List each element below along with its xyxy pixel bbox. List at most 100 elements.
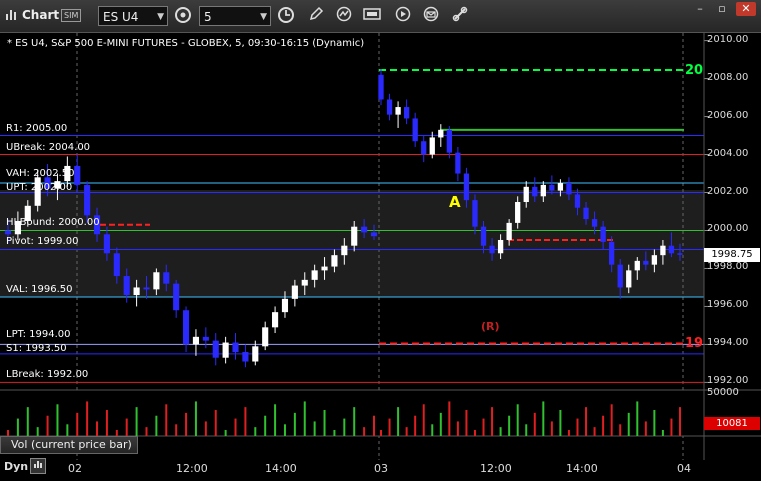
dyn-label: Dyn (4, 460, 29, 473)
instrument-settings-icon[interactable] (173, 6, 193, 26)
candle-body (532, 186, 538, 197)
candle-body (341, 245, 348, 256)
volume-bar (414, 415, 417, 436)
volume-indicator-label[interactable]: Vol (current price bar) (0, 436, 138, 454)
volume-panel-bg (0, 390, 761, 436)
volume-bar (473, 430, 476, 436)
volume-bar (619, 424, 622, 436)
candle-body (163, 272, 170, 284)
level-label: UBreak: 2004.00 (6, 141, 91, 153)
volume-bar (66, 424, 69, 436)
volume-bar (313, 421, 316, 436)
level-label: HI Bound: 2000.00 (6, 217, 100, 229)
candle-body (153, 272, 160, 290)
link-icon[interactable] (450, 6, 470, 26)
maximize-button[interactable]: ▫ (712, 2, 732, 16)
candle-body (143, 287, 150, 290)
level-label: UPT: 2002.00 (6, 181, 73, 193)
volume-bar (636, 401, 639, 436)
symbol-value: ES U4 (103, 10, 139, 24)
volume-bar (274, 404, 277, 436)
indicators-icon[interactable] (334, 6, 354, 26)
volume-bar (26, 407, 29, 436)
x-tick-label: 12:00 (480, 462, 512, 475)
candle-body (515, 202, 521, 223)
volume-bar (653, 410, 656, 436)
candle-body (480, 226, 487, 246)
volume-bar (602, 415, 605, 436)
candle-body (574, 194, 581, 208)
level-label: R1: 2005.00 (6, 122, 68, 134)
volume-bar (508, 415, 511, 436)
volume-bar (224, 430, 227, 436)
candle-body (331, 255, 338, 267)
clock-icon[interactable] (276, 6, 296, 26)
volume-bar (388, 418, 391, 436)
candle-body (591, 219, 598, 227)
candle-body (4, 230, 12, 235)
price-chart[interactable] (0, 33, 761, 481)
volume-bar (448, 401, 451, 436)
close-button[interactable]: ✕ (736, 2, 756, 16)
volume-bar (185, 412, 188, 436)
candle-body (395, 107, 401, 115)
candle-body (421, 141, 427, 155)
candle-body (311, 270, 318, 280)
candle-body (660, 245, 666, 256)
chart-annotation: (R) (481, 320, 500, 334)
level-label: Pivot: 1999.00 (6, 236, 79, 248)
play-icon[interactable] (393, 6, 413, 26)
volume-bar (214, 410, 217, 436)
volume-bar (36, 427, 39, 436)
candle-body (113, 253, 120, 277)
volume-bar (627, 412, 630, 436)
sim-badge: SIM (61, 9, 82, 22)
candle-body (378, 74, 384, 100)
minimize-button[interactable]: – (690, 2, 710, 16)
candle-body (677, 253, 683, 255)
candle-body (497, 239, 504, 254)
volume-bar (593, 427, 596, 436)
candle-body (103, 234, 110, 254)
interval-select[interactable]: 5 ▼ (199, 6, 271, 26)
candle-body (252, 346, 259, 362)
candle-body (321, 266, 328, 271)
email-icon[interactable] (421, 6, 441, 26)
symbol-select[interactable]: ES U4 ▼ (98, 6, 168, 26)
candle-body (74, 165, 81, 185)
volume-bar (244, 407, 247, 436)
candle-body (463, 173, 470, 201)
chevron-down-icon: ▼ (260, 12, 267, 22)
candle-body (192, 336, 200, 345)
candle-body (301, 279, 308, 286)
volume-bar (585, 407, 588, 436)
candle-body (123, 276, 130, 296)
candle-body (173, 283, 180, 311)
candle-body (540, 184, 546, 197)
candle-body (651, 255, 658, 265)
volume-bar (465, 410, 468, 436)
candle-body (222, 342, 229, 358)
volume-bar (105, 410, 108, 436)
level-label: S1: 1993.50 (6, 342, 67, 354)
candle-body (583, 207, 589, 220)
chevron-down-icon: ▼ (157, 12, 164, 22)
strategy-icon[interactable] (362, 6, 382, 26)
candle-body (202, 336, 209, 341)
y-tick-label: 1998.00 (707, 261, 749, 273)
volume-bar (145, 427, 148, 436)
volume-bar (525, 424, 528, 436)
candle-body (455, 152, 461, 174)
volume-bar (499, 427, 502, 436)
candle-body (386, 99, 393, 115)
volume-bar (155, 415, 158, 436)
pencil-icon[interactable] (306, 6, 326, 26)
volume-bar (405, 427, 408, 436)
volume-bar (644, 421, 647, 436)
candle-body (351, 226, 358, 246)
volume-bar (397, 407, 400, 436)
volume-bar (373, 415, 375, 436)
level-label: VAH: 2002.50 (6, 168, 75, 180)
dyn-toggle-button[interactable] (30, 458, 46, 474)
candle-body (412, 118, 418, 142)
